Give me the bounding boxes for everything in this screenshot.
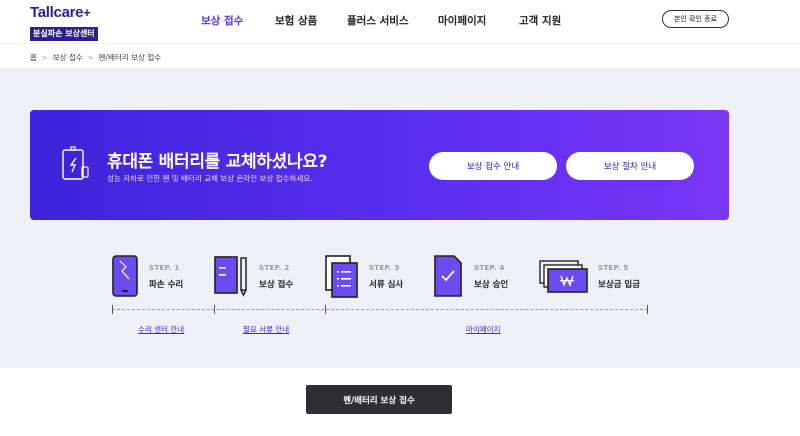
nav-plus-service[interactable]: 플러스 서비스 — [347, 13, 409, 28]
chevron-right-icon: > — [41, 53, 48, 62]
breadcrumb-current: 펜/배터리 보상 접수 — [98, 53, 162, 62]
step-3-label: STEP. 3 — [369, 264, 400, 272]
step-3-name: 서류 심사 — [369, 280, 404, 290]
logo-wordmark: Tallcare+ — [30, 4, 91, 21]
banner-subtitle: 성능 저하로 인한 펜 및 배터리 교체 보상 온라인 보상 접수하세요. — [107, 174, 313, 183]
claim-guide-button[interactable]: 보상 접수 안내 — [429, 152, 557, 180]
step-4-name: 보상 승인 — [474, 280, 509, 290]
broken-phone-icon — [112, 255, 138, 297]
banner-title: 휴대폰 배터리를 교체하셨나요? — [107, 152, 328, 172]
step-1-name: 파손 수리 — [149, 280, 184, 290]
pen-battery-claim-button[interactable]: 펜/배터리 보상 접수 — [306, 385, 452, 414]
timeline-tick — [214, 305, 215, 314]
step-2-label: STEP. 2 — [259, 264, 290, 272]
timeline-tick — [112, 305, 113, 314]
step-4-label: STEP. 4 — [474, 264, 505, 272]
breadcrumb-bar: 홈 > 보상 접수 > 펜/배터리 보상 접수 — [0, 45, 800, 67]
site-header: Tallcare+ 분실파손 보상센터 보상 접수 보험 상품 플러스 서비스 … — [0, 0, 800, 44]
nav-mypage[interactable]: 마이페이지 — [438, 13, 486, 28]
repair-center-link[interactable]: 수리 센터 안내 — [138, 324, 184, 335]
step-3: STEP. 3 서류 심사 — [325, 255, 403, 303]
breadcrumb-claim[interactable]: 보상 접수 — [53, 52, 83, 63]
claim-process-button[interactable]: 보상 절차 안내 — [566, 152, 694, 180]
end-verification-button[interactable]: 본인 확인 종료 — [662, 10, 729, 28]
step-1: STEP. 1 파손 수리 — [112, 255, 183, 301]
step-5-label: STEP. 5 — [598, 264, 629, 272]
nav-support[interactable]: 고객 지원 — [519, 13, 561, 28]
chevron-right-icon: > — [87, 53, 94, 62]
step-5-name: 보상금 입금 — [598, 280, 641, 290]
step-timeline — [112, 309, 648, 310]
step-2-name: 보상 접수 — [259, 280, 294, 290]
mypage-link[interactable]: 마이페이지 — [466, 324, 501, 335]
money-won-icon — [539, 260, 588, 293]
document-pen-icon — [214, 256, 247, 297]
nav-insurance[interactable]: 보험 상품 — [275, 13, 317, 28]
breadcrumb: 홈 > 보상 접수 > 펜/배터리 보상 접수 — [30, 52, 161, 63]
approval-check-icon — [434, 255, 462, 297]
timeline-tick — [325, 305, 326, 314]
required-docs-link[interactable]: 필요 서류 안내 — [243, 324, 289, 335]
nav-claim[interactable]: 보상 접수 — [201, 13, 243, 28]
timeline-tick — [647, 305, 648, 314]
logo-subtitle: 분실파손 보상센터 — [30, 27, 98, 41]
step-2: STEP. 2 보상 접수 — [214, 255, 293, 301]
documents-stack-icon — [325, 255, 358, 298]
logo[interactable]: Tallcare+ 분실파손 보상센터 — [30, 5, 104, 41]
step-5: STEP. 5 보상금 입금 — [539, 255, 640, 301]
step-4: STEP. 4 보상 승인 — [434, 255, 508, 301]
phone-battery-icon — [62, 146, 89, 180]
breadcrumb-home[interactable]: 홈 — [30, 52, 37, 63]
step-1-label: STEP. 1 — [149, 264, 180, 272]
